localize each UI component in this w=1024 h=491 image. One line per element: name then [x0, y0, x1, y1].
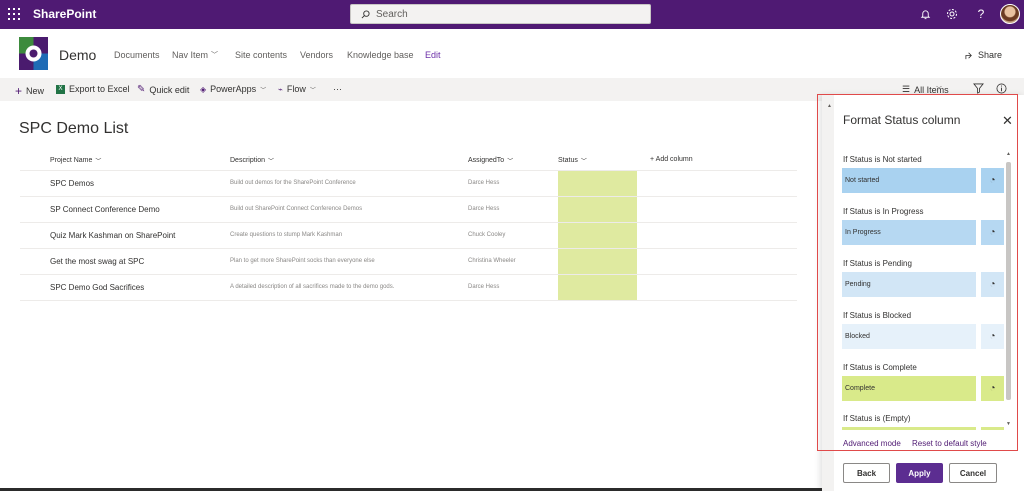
- share-icon: [965, 52, 972, 59]
- info-icon[interactable]: [996, 83, 1007, 94]
- flow-button[interactable]: ⌁ Flow ﹀: [278, 84, 316, 94]
- more-commands-button[interactable]: ···: [333, 84, 342, 94]
- column-header-assignedto[interactable]: AssignedTo ﹀: [468, 156, 513, 165]
- plus-icon: +: [15, 84, 23, 98]
- app-name[interactable]: SharePoint: [33, 7, 96, 21]
- nav-nav-item-label: Nav Item: [172, 50, 209, 60]
- settings-gear-icon[interactable]: [945, 7, 959, 21]
- column-header-project-name[interactable]: Project Name ﹀: [50, 156, 101, 165]
- site-logo[interactable]: [19, 37, 48, 70]
- add-column-button[interactable]: + Add column: [650, 156, 693, 163]
- share-label: Share: [978, 50, 1003, 60]
- status-cell[interactable]: [558, 249, 637, 275]
- status-cell[interactable]: [558, 275, 637, 301]
- quick-edit-label: Quick edit: [149, 84, 190, 95]
- row-description: Build out demos for the SharePoint Confe…: [230, 180, 356, 186]
- row-divider: [20, 274, 797, 275]
- search-input[interactable]: Search: [350, 4, 651, 24]
- row-assigned: Darce Hess: [468, 180, 500, 186]
- flow-icon: ⌁: [278, 84, 283, 94]
- view-chevron[interactable]: ﹀: [936, 84, 942, 93]
- header-divider: [20, 170, 797, 171]
- nav-vendors[interactable]: Vendors: [300, 50, 333, 60]
- row-assigned: Darce Hess: [468, 206, 500, 212]
- export-label: Export to Excel: [69, 84, 130, 94]
- help-icon[interactable]: ?: [974, 7, 988, 21]
- chevron-down-icon: ﹀: [211, 52, 219, 59]
- row-description: Plan to get more SharePoint socks than e…: [230, 258, 375, 264]
- status-cell[interactable]: [558, 197, 637, 223]
- row-description: Build out SharePoint Connect Conference …: [230, 206, 363, 212]
- excel-icon: X: [56, 84, 65, 94]
- pencil-icon: ✎: [137, 84, 146, 95]
- row-divider: [20, 300, 797, 301]
- chevron-down-icon: ﹀: [260, 87, 267, 94]
- column-header-label: Status: [558, 157, 578, 164]
- row-title[interactable]: SPC Demos: [50, 179, 94, 188]
- highlight-annotation-box: [817, 94, 1018, 451]
- status-cell[interactable]: [558, 223, 637, 249]
- user-avatar[interactable]: [1000, 4, 1020, 24]
- chevron-down-icon: ﹀: [309, 87, 316, 94]
- status-cell[interactable]: [558, 171, 637, 197]
- row-title[interactable]: SPC Demo God Sacrifices: [50, 283, 144, 292]
- chevron-down-icon: ﹀: [580, 159, 587, 165]
- back-button[interactable]: Back: [843, 463, 890, 483]
- column-header-label: AssignedTo: [468, 157, 505, 164]
- powerapps-label: PowerApps: [210, 84, 257, 94]
- new-button[interactable]: + New: [15, 84, 44, 98]
- row-description: Create questions to stump Mark Kashman: [230, 232, 343, 238]
- site-title[interactable]: Demo: [59, 47, 96, 63]
- row-divider: [20, 248, 797, 249]
- search-icon: [361, 9, 370, 18]
- nav-site-contents[interactable]: Site contents: [235, 50, 287, 60]
- row-assigned: Darce Hess: [468, 284, 500, 290]
- row-title[interactable]: SP Connect Conference Demo: [50, 205, 160, 214]
- row-divider: [20, 222, 797, 223]
- chevron-down-icon: ﹀: [507, 159, 514, 165]
- column-header-status[interactable]: Status ﹀: [558, 156, 587, 165]
- powerapps-icon: ◈: [200, 84, 207, 94]
- nav-knowledge-base[interactable]: Knowledge base: [347, 50, 414, 60]
- column-header-label: Project Name: [50, 157, 93, 164]
- row-assigned: Christina Wheeler: [468, 258, 516, 264]
- export-excel-button[interactable]: X Export to Excel: [56, 84, 130, 94]
- cancel-button[interactable]: Cancel: [949, 463, 997, 483]
- notification-bell-icon[interactable]: [918, 7, 932, 21]
- app-launcher-icon[interactable]: [8, 8, 20, 20]
- share-button[interactable]: Share: [965, 50, 1002, 60]
- chevron-down-icon: ﹀: [936, 87, 943, 93]
- nav-documents[interactable]: Documents: [114, 50, 160, 60]
- chevron-down-icon: ﹀: [268, 159, 275, 165]
- search-placeholder: Search: [376, 8, 408, 20]
- chevron-down-icon: ﹀: [95, 159, 102, 165]
- view-label: All Items: [914, 84, 949, 95]
- column-header-description[interactable]: Description ﹀: [230, 156, 274, 165]
- new-label: New: [26, 86, 45, 96]
- apply-button[interactable]: Apply: [896, 463, 943, 483]
- row-title[interactable]: Quiz Mark Kashman on SharePoint: [50, 231, 175, 240]
- row-title[interactable]: Get the most swag at SPC: [50, 257, 144, 266]
- flow-label: Flow: [286, 84, 306, 94]
- nav-edit[interactable]: Edit: [425, 50, 441, 60]
- powerapps-button[interactable]: ◈ PowerApps ﹀: [200, 84, 266, 94]
- list-title: SPC Demo List: [19, 120, 129, 137]
- row-description: A detailed description of all sacrifices…: [230, 284, 395, 290]
- filter-icon[interactable]: [973, 83, 984, 94]
- column-header-label: Description: [230, 157, 266, 164]
- quick-edit-button[interactable]: ✎ Quick edit: [137, 84, 189, 95]
- row-divider: [20, 196, 797, 197]
- row-assigned: Chuck Cooley: [468, 232, 506, 238]
- nav-nav-item[interactable]: Nav Item ﹀: [172, 50, 218, 60]
